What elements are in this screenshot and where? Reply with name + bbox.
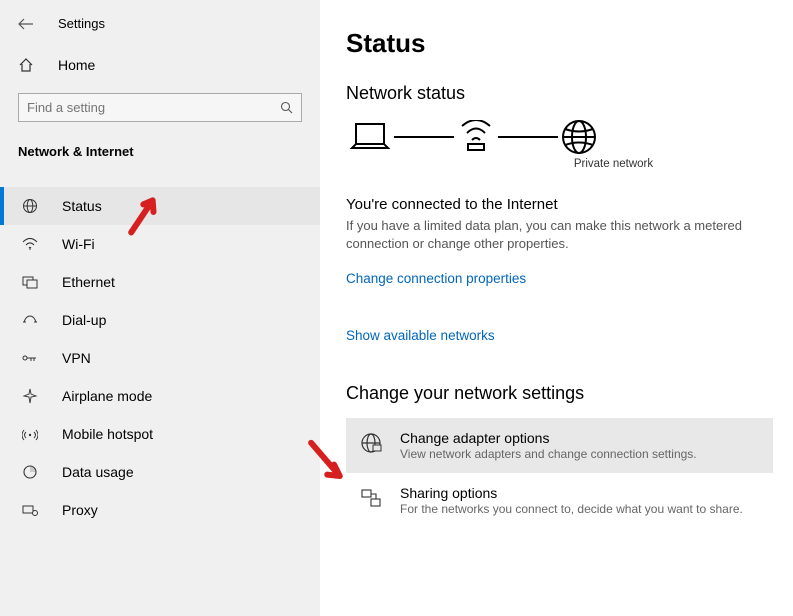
sidebar-item-proxy[interactable]: Proxy — [0, 491, 320, 529]
sidebar-item-label: Ethernet — [62, 274, 115, 290]
sidebar-item-wifi[interactable]: Wi-Fi — [0, 225, 320, 263]
sidebar-item-label: VPN — [62, 350, 91, 366]
sidebar-item-dialup[interactable]: Dial-up — [0, 301, 320, 339]
globe-icon — [22, 198, 40, 214]
back-arrow-icon[interactable] — [18, 18, 34, 30]
sidebar-home[interactable]: Home — [0, 49, 320, 81]
dialup-icon — [22, 314, 40, 326]
setting-item-title: Sharing options — [400, 485, 743, 501]
category-title: Network & Internet — [0, 138, 320, 167]
proxy-icon — [22, 503, 40, 517]
diagram-caption: Private network — [454, 158, 773, 170]
datausage-icon — [22, 464, 40, 480]
adapter-icon — [360, 430, 382, 454]
laptop-icon — [348, 120, 392, 154]
sidebar-header: Settings — [0, 10, 320, 43]
link-show-available-networks[interactable]: Show available networks — [346, 328, 773, 343]
sidebar-item-label: Proxy — [62, 502, 98, 518]
sidebar-item-label: Status — [62, 198, 102, 214]
sidebar-item-label: Dial-up — [62, 312, 106, 328]
setting-item-desc: For the networks you connect to, decide … — [400, 502, 743, 516]
sidebar-item-datausage[interactable]: Data usage — [0, 453, 320, 491]
search-input[interactable] — [27, 100, 280, 115]
sidebar-nav: Status Wi-Fi Ethernet Dial-up VPN — [0, 187, 320, 529]
sharing-icon — [360, 485, 382, 509]
wifi-router-icon — [456, 120, 496, 154]
sidebar-item-label: Wi-Fi — [62, 236, 95, 252]
link-change-connection-properties[interactable]: Change connection properties — [346, 271, 773, 286]
sidebar-item-ethernet[interactable]: Ethernet — [0, 263, 320, 301]
sidebar-item-airplane[interactable]: Airplane mode — [0, 377, 320, 415]
change-settings-heading: Change your network settings — [346, 383, 773, 404]
hotspot-icon — [22, 427, 40, 441]
setting-change-adapter-options[interactable]: Change adapter options View network adap… — [346, 418, 773, 473]
ethernet-icon — [22, 275, 40, 289]
setting-text: Sharing options For the networks you con… — [400, 485, 743, 516]
search-box[interactable] — [18, 93, 302, 122]
sidebar-item-label: Airplane mode — [62, 388, 152, 404]
wifi-icon — [22, 237, 40, 251]
sidebar-item-label: Mobile hotspot — [62, 426, 153, 442]
sidebar: Settings Home Network & Internet Status … — [0, 0, 320, 616]
globe-large-icon — [560, 118, 598, 156]
home-icon — [18, 57, 36, 73]
setting-item-title: Change adapter options — [400, 430, 697, 446]
sidebar-item-hotspot[interactable]: Mobile hotspot — [0, 415, 320, 453]
connected-desc: If you have a limited data plan, you can… — [346, 217, 773, 253]
home-label: Home — [58, 57, 95, 73]
connector-line — [394, 136, 454, 138]
connector-line — [498, 136, 558, 138]
network-diagram — [348, 118, 773, 156]
setting-sharing-options[interactable]: Sharing options For the networks you con… — [346, 473, 773, 528]
content: Status Network status Private network Yo… — [320, 0, 793, 616]
settings-items: Change adapter options View network adap… — [346, 418, 773, 528]
settings-title: Settings — [58, 16, 105, 31]
page-title: Status — [346, 28, 773, 59]
sidebar-item-vpn[interactable]: VPN — [0, 339, 320, 377]
network-status-heading: Network status — [346, 83, 773, 104]
airplane-icon — [22, 388, 40, 404]
connected-heading: You're connected to the Internet — [346, 196, 773, 213]
setting-item-desc: View network adapters and change connect… — [400, 447, 697, 461]
sidebar-item-label: Data usage — [62, 464, 134, 480]
vpn-icon — [22, 353, 40, 363]
setting-text: Change adapter options View network adap… — [400, 430, 697, 461]
sidebar-item-status[interactable]: Status — [0, 187, 320, 225]
search-icon — [280, 101, 293, 114]
